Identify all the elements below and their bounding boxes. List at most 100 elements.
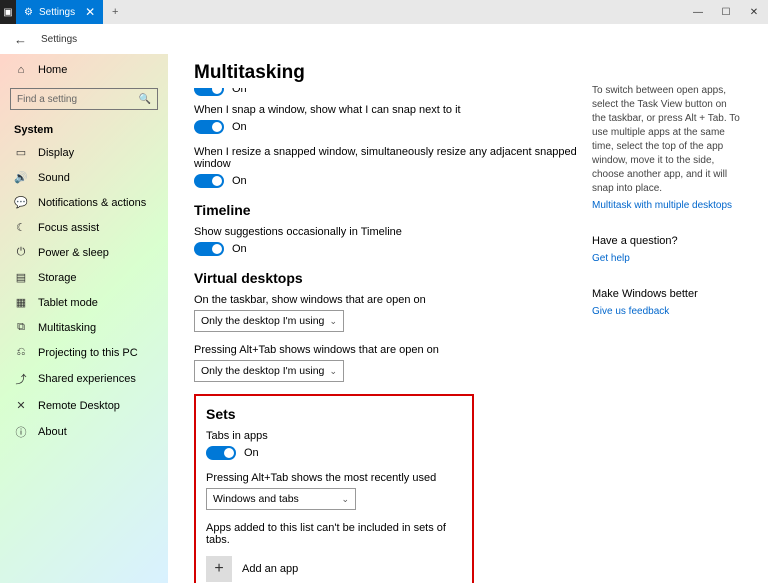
sidebar-label: Shared experiences [38,373,136,385]
sidebar-label: About [38,426,67,438]
sidebar-label: Projecting to this PC [38,347,138,359]
tab-settings[interactable]: ⚙ Settings ✕ [16,0,103,24]
tip-link[interactable]: Multitask with multiple desktops [592,200,742,211]
sidebar-label: Sound [38,172,70,184]
sidebar-icon: ▤ [14,271,28,284]
sidebar-icon: ⎌ [14,346,28,359]
sidebar-label: Multitasking [38,322,96,334]
minimize-button[interactable]: — [684,0,712,24]
feedback-heading: Make Windows better [592,288,742,300]
sidebar-icon: ▭ [14,146,28,159]
tab-label: Settings [39,7,75,18]
sidebar-label: Power & sleep [38,247,109,259]
titlebar: ▣ ⚙ Settings ✕ + — ☐ ✕ [0,0,768,24]
snap-toggle[interactable] [194,88,224,96]
sidebar-label: Remote Desktop [38,400,120,412]
chevron-down-icon: ⌄ [329,366,337,377]
home-icon: ⌂ [14,64,28,76]
sidebar: ⌂ Home Find a setting 🔍 System ▭ Display 🔊… [0,54,168,583]
sidebar-label: Tablet mode [38,297,98,309]
toggle-state: On [232,88,247,95]
tab-app-icon: ▣ [0,0,16,24]
aside-panel: To switch between open apps, select the … [592,62,742,583]
sidebar-item-remote-desktop[interactable]: ✕ Remote Desktop [0,393,168,418]
chevron-down-icon: ⌄ [341,494,349,505]
sidebar-icon: 🔊 [14,171,28,184]
header: ← Settings [0,24,768,54]
setting-label: Apps added to this list can't be include… [206,522,462,546]
setting-label: When I snap a window, show what I can sn… [194,104,592,116]
new-tab-button[interactable]: + [103,0,127,24]
get-help-link[interactable]: Get help [592,253,742,264]
section-timeline: Timeline [194,202,592,218]
search-input[interactable]: Find a setting 🔍 [10,88,158,110]
sidebar-icon: ▦ [14,296,28,309]
toggle-state: On [232,243,247,255]
plus-icon: + [206,556,232,582]
sidebar-item-notifications-actions[interactable]: 💬 Notifications & actions [0,190,168,215]
setting-label: When I resize a snapped window, simultan… [194,146,592,170]
sidebar-item-display[interactable]: ▭ Display [0,140,168,165]
sidebar-label: Notifications & actions [38,197,146,209]
sidebar-label: Storage [38,272,77,284]
sidebar-icon: ⧉ [14,321,28,334]
sidebar-item-sound[interactable]: 🔊 Sound [0,165,168,190]
sidebar-item-shared-experiences[interactable]: ⤴ Shared experiences [0,365,168,393]
toggle-state: On [244,447,259,459]
toggle-state: On [232,175,247,187]
add-app-button[interactable]: + Add an app [206,556,462,582]
section-virtual-desktops: Virtual desktops [194,270,592,286]
tip-text: To switch between open apps, select the … [592,84,742,196]
content: Multitasking On When I snap a window, sh… [168,54,768,583]
setting-label: Pressing Alt+Tab shows the most recently… [206,472,462,484]
snap-resize-toggle[interactable] [194,174,224,188]
search-placeholder: Find a setting [17,94,77,105]
chevron-down-icon: ⌄ [329,316,337,327]
sidebar-item-focus-assist[interactable]: ☾ Focus assist [0,215,168,240]
section-sets: Sets [206,406,462,422]
sidebar-item-home[interactable]: ⌂ Home [0,58,168,82]
sidebar-item-power-sleep[interactable]: ⏻ Power & sleep [0,240,168,265]
dropdown-value: Only the desktop I'm using [201,315,324,327]
sidebar-icon: ✕ [14,399,28,412]
setting-label: On the taskbar, show windows that are op… [194,294,592,306]
sets-alttab-dropdown[interactable]: Windows and tabs ⌄ [206,488,356,510]
search-icon: 🔍 [139,94,151,105]
dropdown-value: Only the desktop I'm using [201,365,324,377]
sets-highlight-box: Sets Tabs in apps On Pressing Alt+Tab sh… [194,394,474,583]
main-panel: Multitasking On When I snap a window, sh… [194,62,592,583]
sidebar-item-storage[interactable]: ▤ Storage [0,265,168,290]
page-title: Multitasking [194,62,592,84]
sidebar-label: Display [38,147,74,159]
toggle-state: On [232,121,247,133]
tab-close-icon[interactable]: ✕ [85,5,95,19]
setting-label: Show suggestions occasionally in Timelin… [194,226,592,238]
maximize-button[interactable]: ☐ [712,0,740,24]
sidebar-icon: 💬 [14,196,28,209]
timeline-toggle[interactable] [194,242,224,256]
sidebar-item-projecting-to-this-pc[interactable]: ⎌ Projecting to this PC [0,340,168,365]
dropdown-value: Windows and tabs [213,493,299,505]
sidebar-icon: ☾ [14,221,28,234]
sidebar-label: Focus assist [38,222,99,234]
window-controls: — ☐ ✕ [684,0,768,24]
gear-icon: ⚙ [24,7,33,18]
sidebar-icon: ⏻ [14,246,28,259]
vd-alttab-dropdown[interactable]: Only the desktop I'm using ⌄ [194,360,344,382]
snap-suggest-toggle[interactable] [194,120,224,134]
setting-label: Tabs in apps [206,430,462,442]
sidebar-icon: ⤴ [14,371,28,387]
sidebar-item-about[interactable]: ⓘ About [0,418,168,446]
back-button[interactable]: ← [14,32,27,47]
app-title: Settings [41,34,77,45]
feedback-link[interactable]: Give us feedback [592,306,742,317]
sidebar-category: System [0,116,168,140]
sidebar-item-multitasking[interactable]: ⧉ Multitasking [0,315,168,340]
setting-label: Pressing Alt+Tab shows windows that are … [194,344,592,356]
tabs-in-apps-toggle[interactable] [206,446,236,460]
vd-taskbar-dropdown[interactable]: Only the desktop I'm using ⌄ [194,310,344,332]
sidebar-item-tablet-mode[interactable]: ▦ Tablet mode [0,290,168,315]
close-button[interactable]: ✕ [740,0,768,24]
sidebar-icon: ⓘ [14,424,28,440]
sidebar-label: Home [38,64,67,76]
